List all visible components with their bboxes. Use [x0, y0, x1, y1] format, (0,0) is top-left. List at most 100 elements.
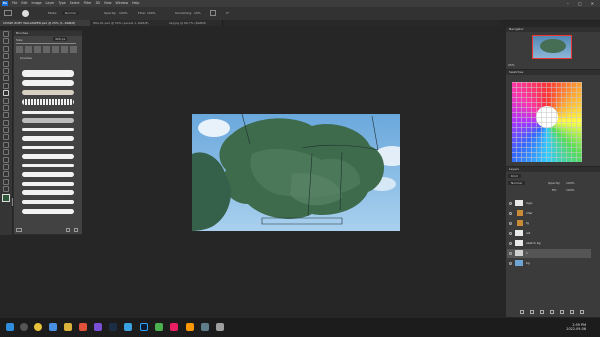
- brush-tool-icon[interactable]: [3, 90, 9, 97]
- visibility-eye-icon[interactable]: [509, 212, 512, 215]
- steam-icon[interactable]: [109, 323, 117, 331]
- navigator-viewbox[interactable]: [532, 35, 572, 59]
- new-brush-icon[interactable]: [66, 228, 70, 232]
- brush-tip[interactable]: [16, 46, 23, 53]
- app-icon[interactable]: [186, 323, 194, 331]
- visibility-eye-icon[interactable]: [509, 202, 512, 205]
- close-button[interactable]: ✕: [591, 0, 594, 7]
- visibility-eye-icon[interactable]: [509, 232, 512, 235]
- brush-stroke-preview[interactable]: [22, 164, 74, 167]
- tab-document-3[interactable]: sky.jpg @ 66.7% (RGB/8): [166, 20, 223, 26]
- size-value[interactable]: 400 px: [53, 37, 68, 41]
- menu-help[interactable]: Help: [132, 1, 139, 6]
- shape-tool-icon[interactable]: [3, 164, 9, 171]
- layer-row[interactable]: sketch bg: [507, 239, 591, 248]
- brush-stroke-preview[interactable]: [22, 172, 74, 177]
- brush-tip[interactable]: [52, 46, 59, 53]
- brush-stroke-preview[interactable]: [22, 80, 74, 86]
- menu-file[interactable]: File: [12, 1, 17, 6]
- folder-icon[interactable]: [560, 310, 564, 314]
- brush-tip[interactable]: [25, 46, 32, 53]
- maximize-button[interactable]: □: [578, 0, 582, 7]
- pen-tool-icon[interactable]: [3, 141, 9, 148]
- layer-row[interactable]: ref: [507, 229, 591, 238]
- more-tools-icon[interactable]: [3, 186, 9, 193]
- marquee-tool-icon[interactable]: [3, 38, 9, 45]
- app-icon[interactable]: [79, 323, 87, 331]
- brush-stroke-preview[interactable]: [22, 154, 74, 159]
- menu-type[interactable]: Type: [58, 1, 65, 6]
- layer-filter-kind[interactable]: Kind: [508, 174, 521, 178]
- tab-document-2[interactable]: IMG-01.psd @ 50% (Levels 1, RGB/8): [90, 20, 167, 26]
- trash-icon[interactable]: [580, 310, 584, 314]
- brush-stroke-preview[interactable]: [22, 99, 74, 105]
- menu-select[interactable]: Select: [70, 1, 80, 6]
- layer-row[interactable]: fg: [507, 219, 591, 228]
- dodge-tool-icon[interactable]: [3, 134, 9, 141]
- adjustment-icon[interactable]: [550, 310, 554, 314]
- foreground-color[interactable]: [2, 193, 10, 202]
- app-icon[interactable]: [201, 323, 209, 331]
- brush-preset-icon[interactable]: [22, 10, 29, 17]
- menu-image[interactable]: Image: [32, 1, 42, 6]
- clone-stamp-tool-icon[interactable]: [3, 97, 9, 104]
- angle-value[interactable]: 0°: [226, 11, 229, 15]
- edge-icon[interactable]: [49, 323, 57, 331]
- layer-row[interactable]: logo: [507, 199, 591, 208]
- menu-filter[interactable]: Filter: [84, 1, 92, 6]
- menu-view[interactable]: View: [104, 1, 112, 6]
- layer-opacity-value[interactable]: 100%: [566, 181, 575, 185]
- mask-icon[interactable]: [540, 310, 544, 314]
- app-icon[interactable]: [216, 323, 224, 331]
- brush-stroke-preview[interactable]: [22, 118, 74, 123]
- visibility-eye-icon[interactable]: [509, 242, 512, 245]
- move-tool-icon[interactable]: [3, 31, 9, 37]
- menu-3d[interactable]: 3D: [95, 1, 99, 6]
- brush-stroke-preview[interactable]: [22, 200, 74, 204]
- size-slider[interactable]: [16, 43, 76, 44]
- app-icon[interactable]: [124, 323, 132, 331]
- hand-tool-icon[interactable]: [3, 171, 9, 178]
- blur-tool-icon[interactable]: [3, 127, 9, 134]
- tab-document-1[interactable]: CHASE ZOEY WALLPAPER.psd @ 25% (1, RGB/8…: [0, 20, 91, 26]
- healing-tool-icon[interactable]: [3, 82, 9, 89]
- eraser-tool-icon[interactable]: [3, 112, 9, 119]
- blend-mode-select[interactable]: Normal: [508, 181, 525, 185]
- smoothing-value[interactable]: 10%: [194, 11, 201, 15]
- visibility-eye-icon[interactable]: [509, 252, 512, 255]
- lasso-tool-icon[interactable]: [3, 45, 9, 52]
- brush-tool-icon[interactable]: [4, 10, 12, 16]
- visibility-eye-icon[interactable]: [509, 262, 512, 265]
- brush-stroke-preview[interactable]: [22, 182, 74, 186]
- brush-tip[interactable]: [34, 46, 41, 53]
- photoshop-icon[interactable]: [140, 323, 148, 331]
- gear-icon[interactable]: [210, 10, 216, 16]
- brush-stroke-preview[interactable]: [22, 136, 74, 141]
- file-explorer-icon[interactable]: [64, 323, 72, 331]
- fx-icon[interactable]: [530, 310, 534, 314]
- search-icon[interactable]: [20, 323, 28, 331]
- brush-group-label[interactable]: brushes: [14, 56, 82, 60]
- quick-select-tool-icon[interactable]: [3, 53, 9, 60]
- brush-stroke-preview[interactable]: [22, 209, 74, 214]
- brush-tip[interactable]: [43, 46, 50, 53]
- frame-tool-icon[interactable]: [3, 67, 9, 74]
- brush-stroke-preview[interactable]: [22, 90, 74, 95]
- app-icon[interactable]: [155, 323, 163, 331]
- layer-row-selected[interactable]: 1: [507, 249, 591, 258]
- brush-stroke-preview[interactable]: [22, 146, 74, 149]
- mode-select[interactable]: Normal: [62, 11, 79, 15]
- layer-row[interactable]: bg: [507, 259, 591, 268]
- visibility-eye-icon[interactable]: [509, 222, 512, 225]
- history-brush-tool-icon[interactable]: [3, 104, 9, 111]
- layer-row[interactable]: char: [507, 209, 591, 218]
- menu-layer[interactable]: Layer: [46, 1, 55, 6]
- brush-stroke-preview[interactable]: [22, 70, 74, 77]
- trash-icon[interactable]: [74, 228, 78, 232]
- navigator-zoom[interactable]: 25%: [508, 63, 515, 67]
- brush-stroke-preview[interactable]: [22, 190, 74, 195]
- new-layer-icon[interactable]: [570, 310, 574, 314]
- gradient-tool-icon[interactable]: [3, 119, 9, 126]
- type-tool-icon[interactable]: [3, 149, 9, 156]
- link-icon[interactable]: [520, 310, 524, 314]
